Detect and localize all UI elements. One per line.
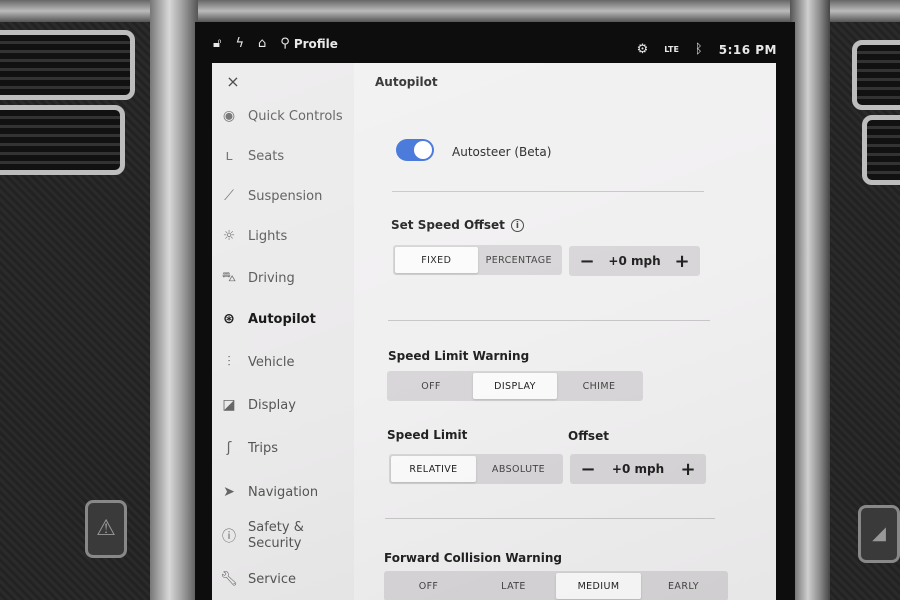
speed-limit-warning-selector: OFF DISPLAY CHIME: [387, 371, 643, 401]
settings-screen: × ◉ Quick Controls ʟ Seats ⟋ Suspension …: [212, 63, 776, 600]
person-icon: ⚲: [280, 36, 290, 51]
divider: [385, 518, 715, 519]
air-vent-right-lower: [862, 115, 900, 185]
offset-label: Offset: [568, 429, 609, 443]
hazard-button[interactable]: ⚠: [85, 500, 127, 558]
profile-label: Profile: [293, 36, 338, 51]
profile-button[interactable]: ⚲ Profile: [280, 36, 338, 51]
set-speed-offset-label: Set Speed Offset i: [391, 218, 524, 232]
lightning-icon[interactable]: ϟ: [235, 36, 244, 51]
speed-limit-label: Speed Limit: [387, 428, 468, 442]
page-title: Autopilot: [375, 75, 438, 89]
absolute-option[interactable]: ABSOLUTE: [476, 456, 561, 482]
clock: 5:16 PM: [718, 42, 777, 57]
bluetooth-icon[interactable]: ᛒ: [695, 42, 703, 57]
speed-offset-stepper: − +0 mph +: [569, 246, 700, 276]
autosteer-label: Autosteer (Beta): [452, 145, 552, 159]
hazard-icon: ⚠: [96, 516, 116, 541]
autopilot-panel: Autopilot Autosteer (Beta) Set Speed Off…: [212, 63, 776, 600]
glovebox-button[interactable]: ◢: [858, 505, 900, 563]
percentage-option[interactable]: PERCENTAGE: [478, 247, 561, 273]
dashboard-trim-top: [0, 0, 900, 22]
forward-collision-warning-selector: OFF LATE MEDIUM EARLY: [384, 571, 728, 600]
air-vent-left-upper: [0, 30, 135, 100]
glovebox-icon: ◢: [872, 523, 886, 544]
air-vent-left-lower: [0, 105, 125, 175]
screen-trim-left: [150, 0, 198, 600]
speed-offset-type-selector: FIXED PERCENTAGE: [393, 245, 562, 275]
relative-option[interactable]: RELATIVE: [391, 456, 476, 482]
off-option[interactable]: OFF: [386, 573, 471, 599]
speed-offset-value: +0 mph: [608, 254, 661, 268]
off-option[interactable]: OFF: [389, 373, 473, 399]
info-icon[interactable]: i: [510, 219, 524, 232]
increase-button[interactable]: +: [674, 251, 690, 272]
chime-option[interactable]: CHIME: [557, 373, 641, 399]
speed-limit-warning-label: Speed Limit Warning: [388, 349, 530, 363]
set-speed-offset-text: Set Speed Offset: [391, 218, 505, 232]
divider: [388, 320, 710, 321]
medium-option[interactable]: MEDIUM: [556, 573, 641, 599]
gear-icon[interactable]: ⚙: [637, 42, 649, 57]
speed-limit-offset-stepper: − +0 mph +: [570, 454, 706, 484]
air-vent-right-upper: [852, 40, 900, 110]
display-option[interactable]: DISPLAY: [473, 373, 557, 399]
unlock-icon[interactable]: 🔓︎: [213, 36, 221, 51]
late-option[interactable]: LATE: [471, 573, 556, 599]
status-bar: 🔓︎ ϟ ⌂ ⚲ Profile ⚙ LTE ᛒ 5:16 PM: [195, 30, 795, 60]
early-option[interactable]: EARLY: [641, 573, 726, 599]
speed-limit-offset-value: +0 mph: [611, 462, 665, 476]
screen-trim-right: [790, 0, 830, 600]
decrease-button[interactable]: −: [580, 459, 596, 480]
decrease-button[interactable]: −: [579, 251, 595, 272]
speed-limit-type-selector: RELATIVE ABSOLUTE: [389, 454, 563, 484]
toggle-knob: [414, 141, 432, 159]
increase-button[interactable]: +: [680, 459, 696, 480]
fixed-option[interactable]: FIXED: [395, 247, 478, 273]
divider: [392, 191, 704, 192]
network-indicator: LTE: [664, 45, 679, 54]
home-icon[interactable]: ⌂: [258, 36, 266, 51]
forward-collision-warning-label: Forward Collision Warning: [384, 551, 562, 565]
autosteer-toggle[interactable]: [396, 139, 434, 161]
